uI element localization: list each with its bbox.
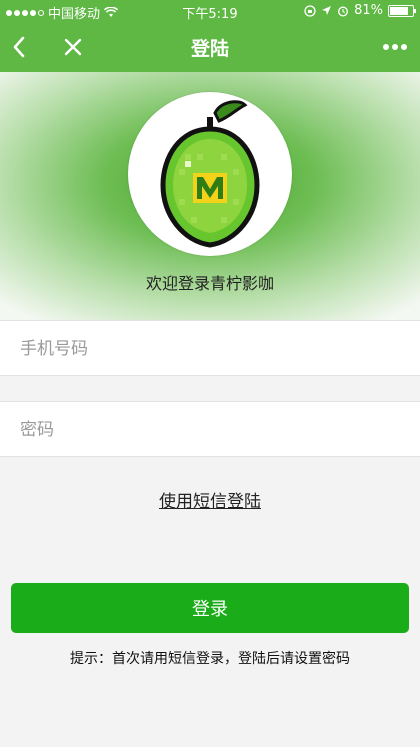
password-field-row — [0, 401, 420, 458]
phone-input[interactable] — [18, 321, 402, 377]
more-button[interactable] — [378, 30, 412, 64]
page-title: 登陆 — [190, 38, 229, 60]
hero-banner: 欢迎登录青柠影咖 — [0, 72, 420, 320]
location-icon — [322, 6, 332, 15]
status-bar: 中国移动 下午5:19 81% — [0, 0, 420, 22]
rotation-lock-icon — [304, 4, 316, 17]
welcome-text: 欢迎登录青柠影咖 — [145, 274, 274, 293]
sms-login-link[interactable]: 使用短信登陆 — [0, 487, 420, 512]
battery-fill — [390, 6, 408, 15]
lime-logo-icon — [160, 100, 260, 248]
logo-avatar — [128, 92, 292, 256]
battery-percent: 81% — [354, 3, 383, 18]
phone-field-row — [0, 320, 420, 377]
status-right: 81% — [304, 3, 416, 18]
nav-bar: 登陆 — [0, 22, 420, 72]
login-button[interactable]: 登录 — [11, 583, 409, 633]
alarm-icon — [338, 6, 349, 16]
login-hint: 提示：首次请用短信登录，登陆后请设置密码 — [70, 651, 350, 667]
more-icon — [383, 44, 407, 50]
password-input[interactable] — [18, 402, 402, 458]
battery-icon — [388, 4, 416, 17]
